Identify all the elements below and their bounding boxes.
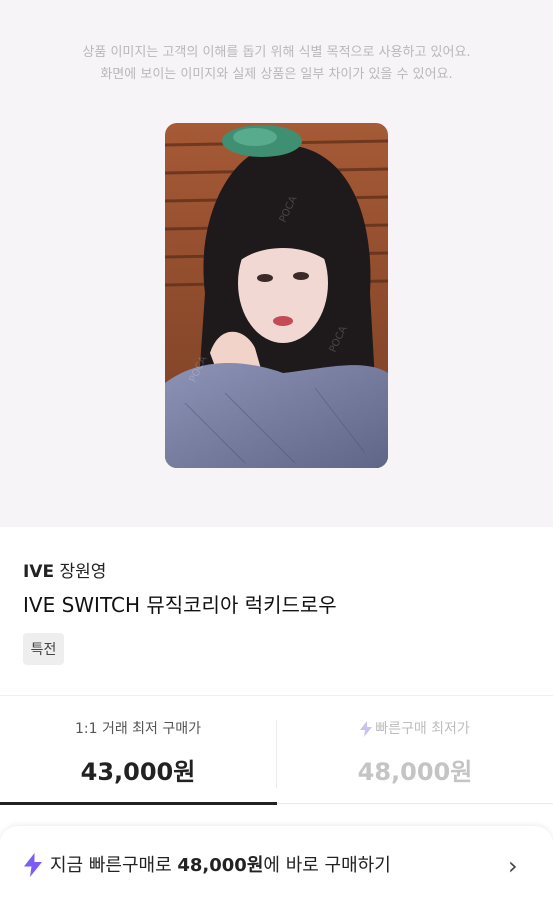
group-name: IVE — [23, 562, 55, 582]
direct-price-label: 1:1 거래 최저 구매가 — [0, 716, 276, 742]
image-notice: 상품 이미지는 고객의 이해를 돕기 위해 식별 목적으로 사용하고 있어요. … — [0, 42, 553, 86]
price-tab-direct[interactable]: 1:1 거래 최저 구매가 43,000원 — [0, 716, 276, 787]
fast-price-label-text: 빠른구매 최저가 — [375, 721, 470, 737]
direct-price-value: 43,000원 — [80, 758, 196, 786]
product-title: IVE SWITCH 뮤직코리아 럭키드로우 — [23, 593, 337, 617]
photocard-image: POCA POCA POCA — [165, 123, 388, 468]
product-tag: 특전 — [23, 633, 64, 665]
fast-buy-prefix: 지금 빠른구매로 — [50, 855, 178, 876]
image-notice-line-1: 상품 이미지는 고객의 이해를 돕기 위해 식별 목적으로 사용하고 있어요. — [82, 45, 471, 60]
fast-price-label: 빠른구매 최저가 — [277, 716, 553, 742]
fast-buy-banner[interactable]: 지금 빠른구매로 48,000원에 바로 구매하기 › — [0, 826, 553, 901]
fast-price-value: 48,000원 — [357, 758, 473, 786]
direct-price-label-text: 1:1 거래 최저 구매가 — [74, 721, 202, 737]
active-tab-indicator — [0, 802, 277, 805]
fast-buy-amount: 48,000원 — [177, 855, 264, 876]
fast-buy-suffix: 에 바로 구매하기 — [263, 855, 391, 876]
member-name: 장원영 — [59, 562, 107, 582]
bolt-icon — [360, 721, 373, 737]
divider — [0, 695, 553, 696]
product-image-area: 상품 이미지는 고객의 이해를 돕기 위해 식별 목적으로 사용하고 있어요. … — [0, 0, 553, 527]
bolt-icon — [24, 853, 42, 877]
artist-line[interactable]: IVE 장원영 — [23, 557, 106, 582]
fast-buy-text: 지금 빠른구매로 48,000원에 바로 구매하기 — [50, 851, 391, 877]
price-tab-fast[interactable]: 빠른구매 최저가 48,000원 — [277, 716, 553, 787]
product-photo[interactable]: POCA POCA POCA — [165, 123, 388, 468]
tab-baseline — [277, 803, 553, 804]
chevron-right-icon[interactable]: › — [508, 852, 518, 880]
image-notice-line-2: 화면에 보이는 이미지와 실제 상품은 일부 차이가 있을 수 있어요. — [100, 67, 453, 82]
